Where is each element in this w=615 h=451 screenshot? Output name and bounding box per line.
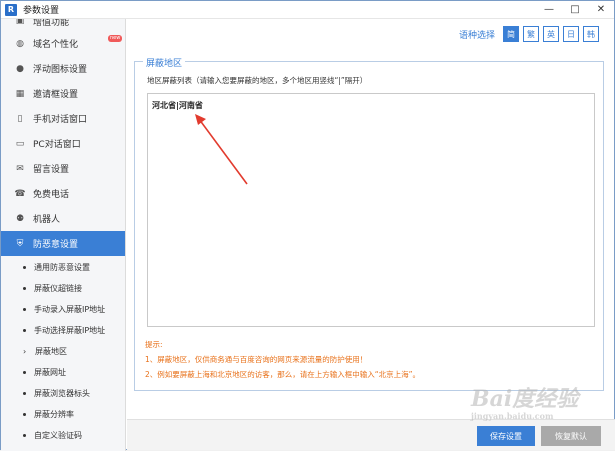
subitem-label: 屏蔽仪超链接 [34, 284, 82, 293]
minimize-button[interactable]: — [536, 1, 562, 19]
sidebar-item-label: 域名个性化 [33, 40, 79, 50]
bullet-icon [23, 329, 26, 332]
new-badge: new [108, 35, 123, 42]
bullet-icon [23, 266, 26, 269]
annotation-arrow-icon [195, 114, 248, 185]
subitem-label: 屏蔽网址 [34, 368, 66, 377]
bullet-icon [23, 371, 26, 374]
lang-korean-button[interactable]: 韩 [583, 26, 600, 42]
chevron-right-icon: › [23, 347, 27, 356]
subitem-label: 屏蔽地区 [35, 347, 67, 356]
shield-icon: ⛨ [16, 238, 24, 249]
sidebar-item-anti-malicious[interactable]: ⛨ 防恶意设置 [1, 231, 125, 256]
subitem-block-browser[interactable]: 屏蔽浏览器标头 [1, 383, 125, 404]
close-button[interactable]: ✕ [588, 1, 614, 19]
sidebar-item-message[interactable]: ✉ 留言设置 [1, 156, 125, 181]
watermark-url: jingyan.baidu.com [471, 411, 554, 421]
sidebar-item-label: 免费电话 [33, 190, 70, 200]
tip-line-1: 1、屏蔽地区，仅供商务通与百度咨询的网页来源流量的防护使用！ [145, 355, 368, 364]
subitem-label: 通用防恶意设置 [34, 263, 90, 272]
subitem-label: 屏蔽分辨率 [34, 410, 74, 419]
watermark: Bai度经验 jingyan.baidu.com [471, 381, 611, 441]
subitem-label: 屏蔽浏览器标头 [34, 389, 90, 398]
subitem-label: 自定义验证码 [34, 431, 82, 440]
sidebar-item-free-call[interactable]: ☎ 免费电话 [1, 181, 125, 206]
sidebar: ▣ 增值功能 ◍ 域名个性化 new ● 浮动图标设置 ▦ 邀请框设置 ▯ 手机… [1, 19, 126, 451]
telephone-icon: ☎ [14, 188, 26, 199]
lang-japanese-button[interactable]: 日 [563, 26, 580, 42]
lang-simplified-button[interactable]: 简 [503, 26, 520, 42]
subitem-general[interactable]: 通用防恶意设置 [1, 257, 125, 278]
bullet-icon [23, 392, 26, 395]
bullet-icon [23, 413, 26, 416]
grid-icon: ▦ [15, 88, 25, 99]
bulb-icon: ● [16, 63, 24, 74]
app-logo-icon: R [5, 3, 17, 16]
language-selector: 语种选择 简 繁 英 日 韩 [459, 26, 603, 42]
puzzle-icon: ▣ [15, 19, 25, 26]
sidebar-item-label: 机器人 [33, 215, 61, 225]
sidebar-item-pc-chat[interactable]: ▭ PC对话窗口 [1, 131, 125, 156]
sidebar-item-float-icon[interactable]: ● 浮动图标设置 [1, 56, 125, 81]
subitem-label: 手动录入屏蔽IP地址 [34, 305, 106, 314]
sidebar-item-mobile-chat[interactable]: ▯ 手机对话窗口 [1, 106, 125, 131]
window-controls: — □ ✕ [536, 1, 614, 19]
sidebar-item-label: 邀请框设置 [33, 90, 79, 100]
subitem-captcha[interactable]: 自定义验证码 [1, 425, 125, 446]
window-title: 参数设置 [23, 6, 60, 16]
globe-icon: ◍ [16, 38, 24, 49]
sidebar-item-label: 留言设置 [33, 165, 70, 175]
subitem-select-ip[interactable]: 手动选择屏蔽IP地址 [1, 320, 125, 341]
tip-line-2: 2、例如要屏蔽上海和北京地区的访客，那么，请在上方输入框中输入“北京上海”。 [145, 370, 421, 379]
sidebar-item-label: PC对话窗口 [33, 140, 81, 150]
sidebar-item-label: 增值功能 [33, 19, 70, 28]
subitem-block-link[interactable]: 屏蔽仪超链接 [1, 278, 125, 299]
title-bar: R 参数设置 — □ ✕ [1, 1, 614, 19]
subitem-manual-ip[interactable]: 手动录入屏蔽IP地址 [1, 299, 125, 320]
sidebar-item-invite[interactable]: ▦ 邀请框设置 [1, 81, 125, 106]
subitem-block-resolution[interactable]: 屏蔽分辨率 [1, 404, 125, 425]
bullet-icon [23, 434, 26, 437]
sidebar-item-label: 手机对话窗口 [33, 115, 88, 125]
sidebar-item-label: 防恶意设置 [33, 240, 79, 250]
language-label: 语种选择 [459, 30, 496, 41]
sidebar-item-robot[interactable]: ⚉ 机器人 [1, 206, 125, 231]
watermark-text: Bai度经验 [471, 386, 579, 412]
maximize-button[interactable]: □ [562, 1, 588, 19]
subitem-block-url[interactable]: 屏蔽网址 [1, 362, 125, 383]
settings-window: R 参数设置 — □ ✕ ▣ 增值功能 ◍ 域名个性化 new ● 浮动图标设置… [0, 0, 615, 451]
lang-traditional-button[interactable]: 繁 [523, 26, 540, 42]
message-icon: ✉ [16, 163, 24, 174]
bullet-icon [23, 308, 26, 311]
phone-icon: ▯ [17, 113, 23, 124]
sidebar-item-domain[interactable]: ◍ 域名个性化 new [1, 31, 125, 56]
subitem-label: 手动选择屏蔽IP地址 [34, 326, 106, 335]
monitor-icon: ▭ [15, 138, 25, 149]
sidebar-item-value-added[interactable]: ▣ 增值功能 [1, 19, 125, 28]
sidebar-item-label: 浮动图标设置 [33, 65, 88, 75]
lang-english-button[interactable]: 英 [543, 26, 560, 42]
block-region-panel: 屏蔽地区 地区屏蔽列表（请输入您要屏蔽的地区，多个地区用竖线“|”隔开） 河北省… [134, 56, 604, 391]
tips-title: 提示: [145, 340, 163, 349]
robot-icon: ⚉ [15, 213, 25, 224]
bullet-icon [23, 287, 26, 290]
subitem-block-region[interactable]: › 屏蔽地区 [1, 341, 125, 362]
